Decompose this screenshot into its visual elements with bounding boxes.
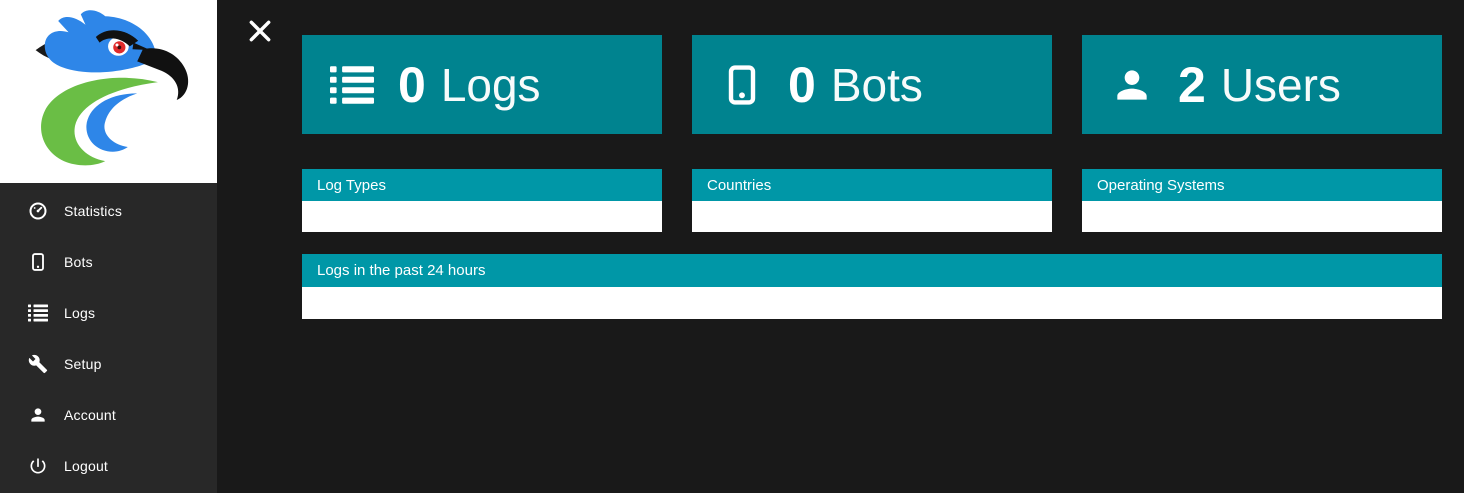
panel-countries: Countries: [692, 169, 1052, 232]
panel-log-types: Log Types: [302, 169, 662, 232]
stat-value: 2: [1178, 56, 1206, 113]
panel-title: Operating Systems: [1082, 169, 1442, 201]
chart-panels-row: Log Types Countries Operating Systems: [302, 169, 1442, 232]
sidebar-item-label: Setup: [64, 355, 102, 372]
stat-label: Bots: [830, 58, 923, 111]
panel-logs-past-24-hours: Logs in the past 24 hours: [302, 254, 1442, 319]
person-icon: [1110, 63, 1154, 107]
stat-label: Logs: [440, 58, 541, 111]
panel-chart-area: [692, 201, 1052, 232]
stat-card-users[interactable]: 2 Users: [1082, 35, 1442, 134]
app-logo[interactable]: [0, 0, 217, 183]
list-icon: [330, 63, 374, 107]
main-content: 0 Logs 0 Bots 2 Users Log Types Countrie…: [217, 0, 1464, 493]
sidebar-item-logout[interactable]: Logout: [0, 440, 217, 491]
sidebar-toggle-button[interactable]: [244, 13, 280, 49]
panel-title: Countries: [692, 169, 1052, 201]
sidebar-item-label: Logout: [64, 457, 109, 474]
sidebar-item-statistics[interactable]: Statistics: [0, 185, 217, 236]
sidebar-item-label: Statistics: [64, 202, 123, 219]
panel-chart-area: [302, 287, 1442, 319]
panel-title: Logs in the past 24 hours: [302, 254, 1442, 287]
panel-chart-area: [1082, 201, 1442, 232]
sidebar-item-logs[interactable]: Logs: [0, 287, 217, 338]
panel-operating-systems: Operating Systems: [1082, 169, 1442, 232]
power-icon: [28, 456, 48, 476]
gauge-icon: [28, 201, 48, 221]
person-icon: [28, 405, 48, 425]
panel-title: Log Types: [302, 169, 662, 201]
stat-label: Users: [1220, 58, 1341, 111]
close-icon: [244, 15, 280, 47]
sidebar-item-label: Account: [64, 406, 116, 423]
smartphone-icon: [720, 63, 764, 107]
wrench-icon: [28, 354, 48, 374]
stat-card-bots[interactable]: 0 Bots: [692, 35, 1052, 134]
sidebar-item-label: Bots: [64, 253, 93, 270]
eagle-logo-icon: [35, 9, 188, 165]
stat-value: 0: [398, 56, 426, 113]
panel-chart-area: [302, 201, 662, 232]
sidebar-item-bots[interactable]: Bots: [0, 236, 217, 287]
sidebar-nav: Statistics Bots Logs Setup Account Logou…: [0, 185, 217, 491]
stat-card-logs[interactable]: 0 Logs: [302, 35, 662, 134]
stat-value: 0: [788, 56, 816, 113]
sidebar-item-setup[interactable]: Setup: [0, 338, 217, 389]
stat-cards-row: 0 Logs 0 Bots 2 Users: [302, 35, 1442, 134]
sidebar-item-label: Logs: [64, 304, 96, 321]
list-icon: [28, 303, 48, 323]
sidebar-item-account[interactable]: Account: [0, 389, 217, 440]
sidebar: Statistics Bots Logs Setup Account Logou…: [0, 0, 217, 493]
smartphone-icon: [28, 252, 48, 272]
